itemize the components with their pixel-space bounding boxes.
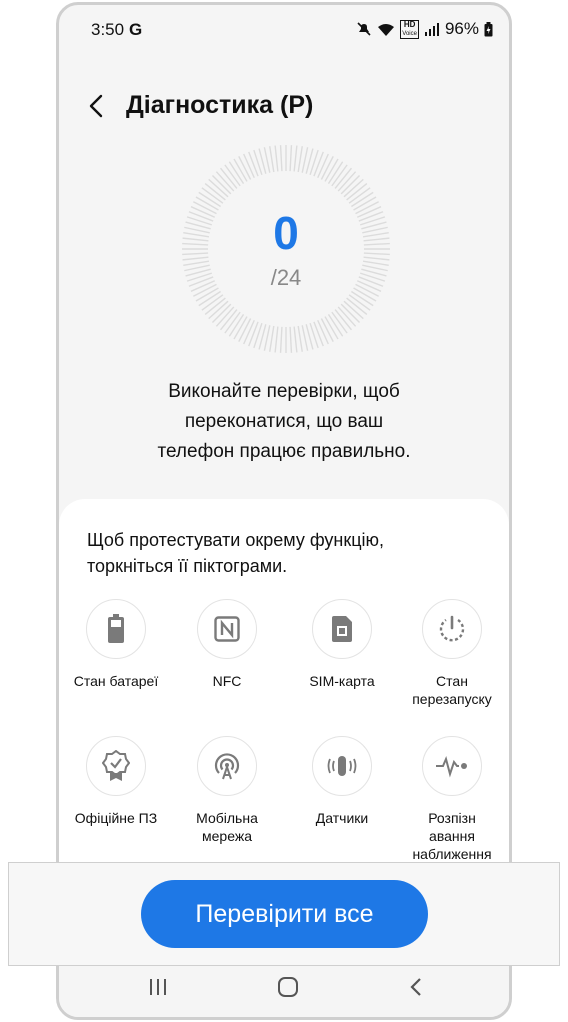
progress-tick: [238, 318, 252, 342]
official-software-icon: [102, 750, 130, 781]
progress-tick: [293, 326, 298, 353]
test-restart[interactable]: Стан перезапуску: [397, 599, 507, 708]
wifi-icon: [378, 23, 395, 36]
app-header: Діагностика (P): [59, 85, 509, 129]
test-nfc[interactable]: NFC: [172, 599, 282, 690]
page-title: Діагностика (P): [126, 91, 314, 119]
progress-tick: [279, 326, 283, 353]
progress-tick: [297, 325, 303, 352]
progress-tick: [243, 153, 255, 179]
nfc-icon: [214, 616, 240, 642]
test-icon-circle: [422, 736, 482, 796]
battery-percent: 96%: [444, 19, 479, 38]
google-icon: G: [129, 20, 143, 39]
test-icon-circle: [86, 599, 146, 659]
signal-icon: [424, 23, 439, 36]
progress-tick: [289, 326, 293, 353]
diagnostic-progress-dial: 0 /24: [180, 143, 392, 355]
status-time: 3:50: [91, 20, 125, 39]
test-label: Датчики: [315, 810, 369, 826]
progress-tick: [320, 156, 334, 180]
test-label: Мобільна мережа: [196, 810, 258, 844]
nav-back-button[interactable]: [401, 975, 431, 999]
back-button[interactable]: [81, 89, 111, 123]
test-icon-circle: [197, 736, 257, 796]
test-icon-circle: [197, 599, 257, 659]
test-label: NFC: [212, 673, 242, 689]
progress-tick: [248, 151, 259, 177]
progress-tick: [238, 156, 252, 180]
back-arrow-icon: [410, 978, 421, 996]
test-label: Офіційне ПЗ: [74, 810, 158, 826]
test-icon-circle: [312, 736, 372, 796]
mute-icon: [357, 22, 371, 36]
progress-tick: [313, 321, 324, 347]
mobile-network-icon: [214, 753, 240, 780]
status-bar: 3:50 G HD Voice 96%: [59, 5, 509, 53]
check-all-button[interactable]: Перевірити все: [141, 880, 428, 948]
progress-tick: [279, 145, 283, 172]
proximity-icon: [436, 755, 467, 778]
test-icon-circle: [86, 736, 146, 796]
test-mobile-network[interactable]: Мобільна мережа: [172, 736, 282, 845]
progress-tick: [317, 319, 329, 345]
progress-tick: [248, 321, 259, 347]
progress-tick: [269, 325, 275, 352]
progress-tick: [269, 146, 275, 173]
test-label: Розпізн авання наближення: [412, 810, 492, 862]
test-label: Стан батареї: [73, 673, 159, 689]
test-official-software[interactable]: Офіційне ПЗ: [61, 736, 171, 827]
description-text: Виконайте перевірки, щоб переконатися, щ…: [157, 381, 411, 462]
tests-card: Щоб протестувати окрему функцію, торкніт…: [59, 499, 509, 919]
home-button[interactable]: [273, 975, 303, 999]
battery-icon: [108, 614, 124, 643]
test-label: SIM-карта: [309, 673, 375, 689]
test-sim-card[interactable]: SIM-карта: [287, 599, 397, 690]
progress-tick: [313, 151, 324, 177]
progress-tick: [317, 153, 329, 179]
progress-tick: [320, 318, 334, 342]
sensors-icon: [327, 756, 357, 776]
test-sensors[interactable]: Датчики: [287, 736, 397, 827]
progress-tick: [293, 145, 298, 172]
chevron-left-icon: [89, 94, 103, 118]
total-count: /24: [270, 265, 302, 290]
progress-tick: [289, 145, 293, 172]
hd-voice-badge: HD Voice: [400, 19, 419, 39]
test-label: Стан перезапуску: [412, 673, 492, 707]
progress-tick: [243, 319, 255, 345]
progress-tick: [274, 326, 279, 353]
test-battery[interactable]: Стан батареї: [61, 599, 171, 690]
recent-apps-icon: [150, 979, 166, 995]
sim-card-icon: [332, 616, 352, 642]
test-icon-circle: [422, 599, 482, 659]
card-hint: Щоб протестувати окрему функцію, торкніт…: [87, 530, 385, 576]
progress-tick: [297, 146, 303, 173]
restart-icon: [439, 615, 465, 642]
navigation-bar: [59, 957, 509, 1017]
test-proximity[interactable]: Розпізн авання наближення: [397, 736, 507, 863]
battery-status-icon: [484, 21, 493, 36]
status-icons: HD Voice 96%: [356, 19, 493, 39]
passed-count: 0: [273, 207, 299, 259]
progress-tick: [274, 145, 279, 172]
recent-apps-button[interactable]: [143, 975, 173, 999]
home-icon: [278, 977, 298, 997]
test-icon-circle: [312, 599, 372, 659]
